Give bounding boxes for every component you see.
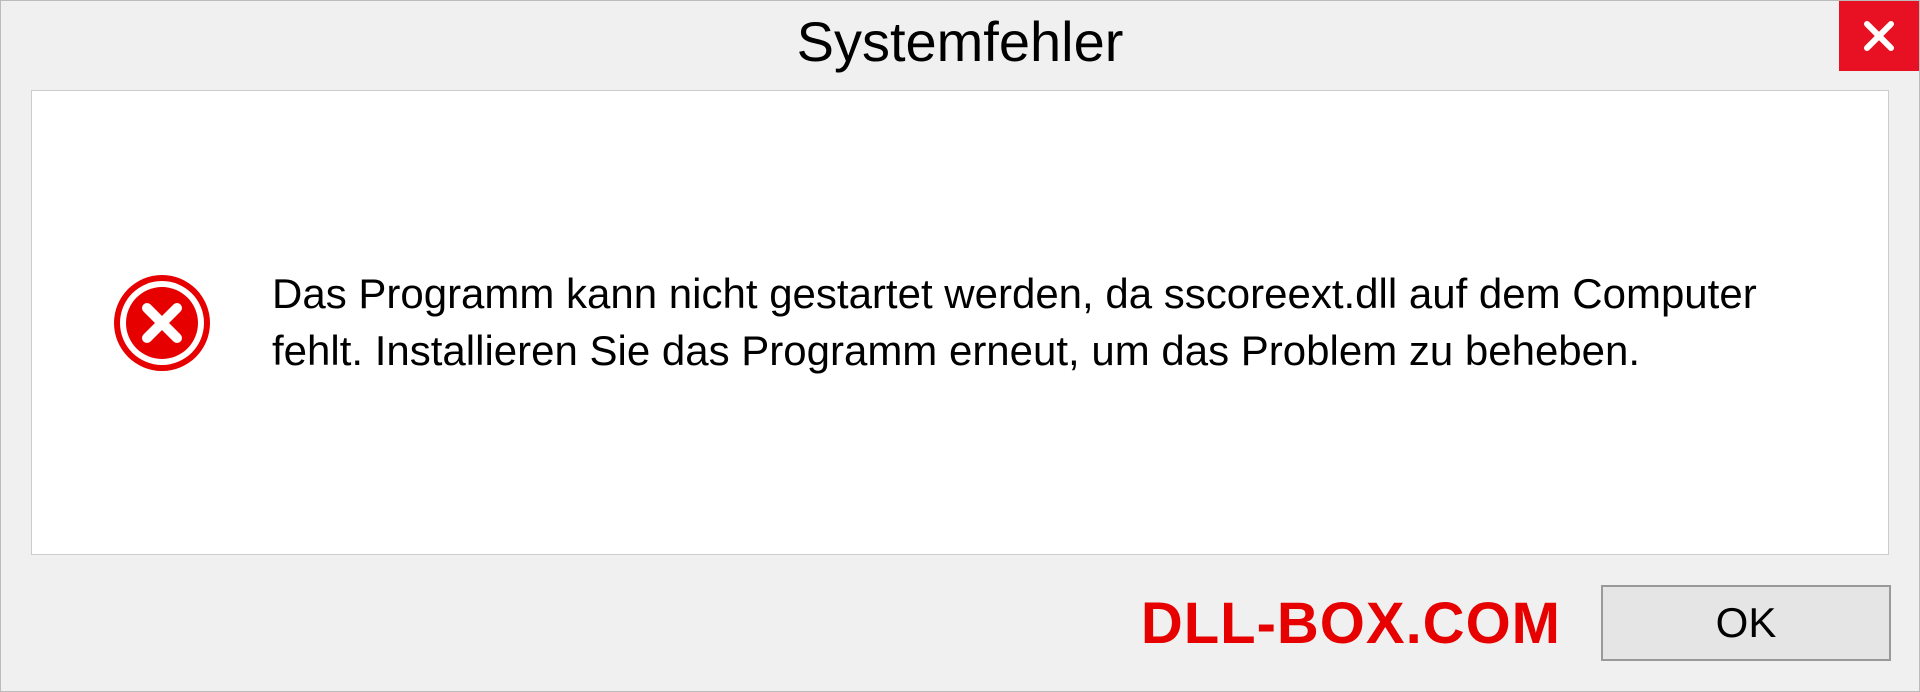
footer: DLL-BOX.COM OK <box>1 555 1919 691</box>
error-message: Das Programm kann nicht gestartet werden… <box>272 266 1828 379</box>
titlebar: Systemfehler <box>1 1 1919 90</box>
close-button[interactable] <box>1839 1 1919 71</box>
content-area: Das Programm kann nicht gestartet werden… <box>31 90 1889 555</box>
dialog-title: Systemfehler <box>797 9 1124 74</box>
watermark-text: DLL-BOX.COM <box>1141 590 1561 657</box>
ok-button[interactable]: OK <box>1601 585 1891 661</box>
error-dialog: Systemfehler Das Programm kann nicht ges… <box>0 0 1920 692</box>
close-icon <box>1861 18 1897 54</box>
error-icon <box>112 273 212 373</box>
